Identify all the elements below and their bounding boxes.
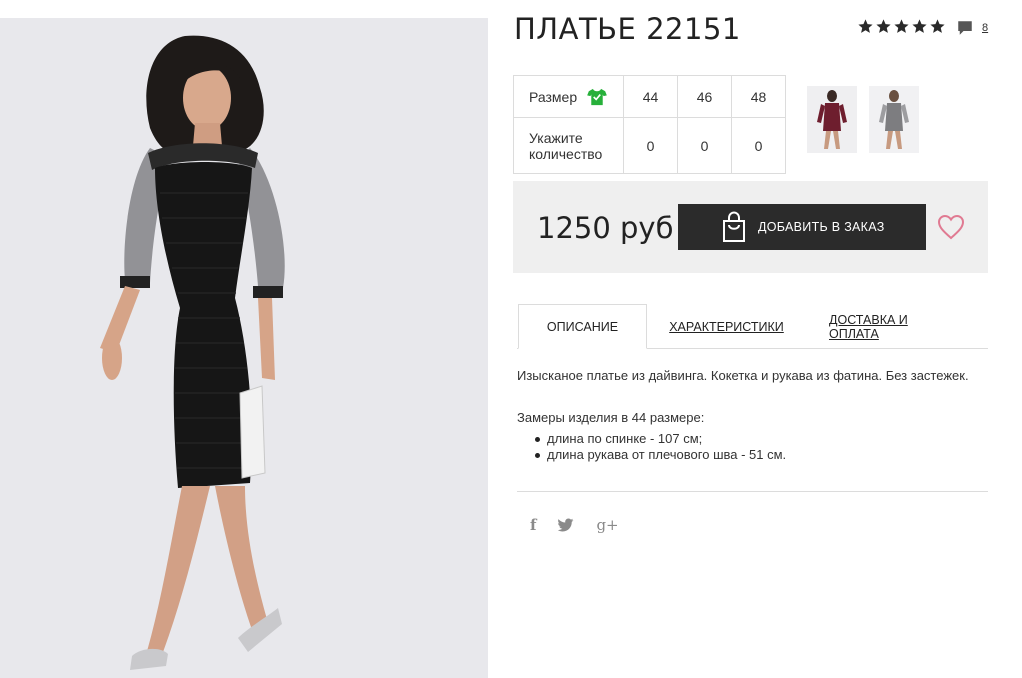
product-main-photo[interactable] — [0, 18, 488, 678]
measurements-list: длина по спинке - 107 см; длина рукава о… — [535, 431, 786, 463]
size-46[interactable]: 46 — [677, 75, 732, 118]
twitter-icon[interactable] — [558, 518, 574, 532]
list-item: длина по спинке - 107 см; — [535, 431, 786, 447]
speech-bubble-icon — [958, 21, 972, 35]
measurements-title: Замеры изделия в 44 размере: — [517, 410, 705, 425]
divider — [517, 491, 988, 492]
star-icon — [858, 19, 873, 33]
size-quantity-table: Размер 44 46 48 Укажите количество 0 0 0 — [513, 75, 786, 174]
rating-stars[interactable] — [857, 18, 946, 35]
quantity-input-46[interactable]: 0 — [677, 117, 732, 174]
list-item: длина рукава от плечового шва - 51 см. — [535, 447, 786, 463]
buy-box: 1250 руб ДОБАВИТЬ В ЗАКАЗ — [513, 181, 988, 273]
thumbnail-grey[interactable] — [869, 86, 919, 153]
social-share: f g+ — [530, 516, 619, 534]
facebook-icon[interactable]: f — [530, 516, 536, 534]
size-44[interactable]: 44 — [623, 75, 678, 118]
product-price: 1250 руб — [537, 211, 674, 245]
quantity-label-cell: Укажите количество — [513, 117, 624, 174]
add-to-order-label: ДОБАВИТЬ В ЗАКАЗ — [758, 220, 885, 234]
product-title: ПЛАТЬЕ 22151 — [514, 12, 741, 46]
thumbnail-burgundy[interactable] — [807, 86, 857, 153]
quantity-input-48[interactable]: 0 — [731, 117, 786, 174]
product-page: ПЛАТЬЕ 22151 8 Размер 44 46 48 Укажите к… — [0, 0, 1022, 678]
product-description: Изысканое платье из дайвинга. Кокетка и … — [517, 368, 969, 383]
comments-count[interactable]: 8 — [982, 22, 988, 34]
quantity-row: Укажите количество 0 0 0 — [513, 117, 786, 174]
tab-description[interactable]: ОПИСАНИЕ — [518, 304, 647, 349]
shopping-bag-icon — [723, 211, 745, 242]
tab-delivery-payment[interactable]: ДОСТАВКА И ОПЛАТА — [829, 304, 955, 349]
add-to-order-button[interactable]: ДОБАВИТЬ В ЗАКАЗ — [678, 204, 926, 250]
size-label: Размер — [529, 88, 578, 105]
size-row: Размер 44 46 48 — [513, 75, 786, 118]
quantity-label: Укажите количество — [529, 129, 603, 162]
heart-icon[interactable] — [937, 214, 965, 240]
size-48[interactable]: 48 — [731, 75, 786, 118]
comments-link[interactable]: 8 — [956, 19, 988, 37]
star-icon — [876, 19, 891, 33]
quantity-input-44[interactable]: 0 — [623, 117, 678, 174]
star-icon — [894, 19, 909, 33]
tab-characteristics[interactable]: ХАРАКТЕРИСТИКИ — [669, 304, 784, 349]
product-tabs: ОПИСАНИЕ ХАРАКТЕРИСТИКИ ДОСТАВКА И ОПЛАТ… — [517, 304, 988, 349]
star-icon — [912, 19, 927, 33]
star-icon — [930, 19, 945, 33]
tshirt-icon[interactable] — [587, 88, 607, 106]
googleplus-icon[interactable]: g+ — [596, 516, 618, 534]
size-label-cell: Размер — [513, 75, 624, 118]
